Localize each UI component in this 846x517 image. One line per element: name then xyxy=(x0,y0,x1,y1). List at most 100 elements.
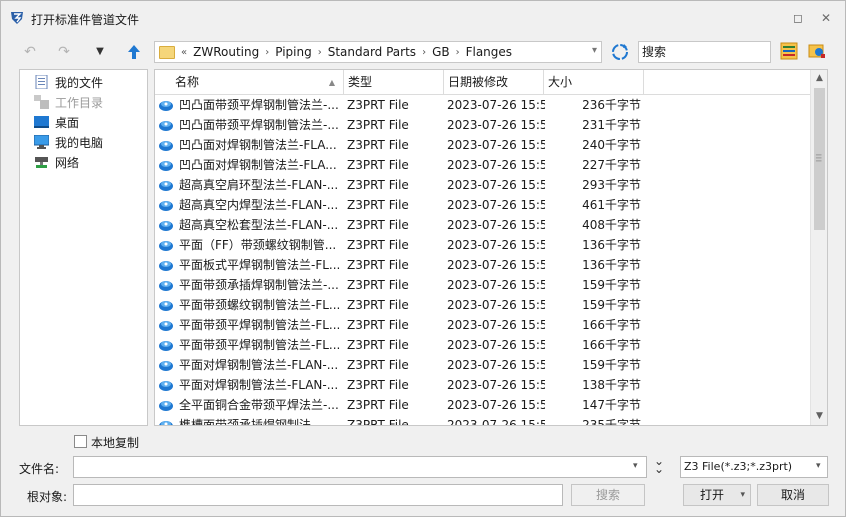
place-computer[interactable]: 我的电脑 xyxy=(34,132,103,152)
z3prt-file-icon xyxy=(159,261,173,271)
breadcrumb-overflow[interactable]: « xyxy=(181,47,187,58)
table-row[interactable]: 平面对焊钢制管法兰-FLAN-... Z3PRT File 2023-07-26 1… xyxy=(155,375,811,395)
file-name: 凹凸面对焊钢制管法兰-FLA... xyxy=(179,158,337,172)
local-copy-checkbox[interactable] xyxy=(74,435,87,448)
file-date: 2023-07-26 15:51 xyxy=(447,178,545,192)
column-type[interactable]: 类型 xyxy=(344,70,444,95)
z3prt-file-icon xyxy=(159,181,173,191)
address-bar[interactable]: « ZWRouting › Piping › Standard Parts › … xyxy=(154,41,602,63)
file-type-filter[interactable]: Z3 File(*.z3;*.z3prt) xyxy=(680,456,828,478)
column-date[interactable]: 日期被修改 xyxy=(444,70,544,95)
place-desktop[interactable]: 桌面 xyxy=(34,112,79,132)
file-type: Z3PRT File xyxy=(347,358,409,372)
breadcrumb-flanges[interactable]: Flanges xyxy=(466,45,512,59)
up-folder-icon[interactable] xyxy=(124,42,144,62)
scroll-up-arrow-icon[interactable]: ▲ xyxy=(811,70,827,87)
place-label: 我的电脑 xyxy=(55,135,104,150)
breadcrumb-separator: › xyxy=(317,46,322,58)
filter-dropdown-icon[interactable]: ▾ xyxy=(816,461,821,471)
view-mode-icon[interactable] xyxy=(780,42,798,60)
file-type: Z3PRT File xyxy=(347,338,409,352)
table-row[interactable]: 凹凸面带颈平焊钢制管法兰-... Z3PRT File 2023-07-26 15:… xyxy=(155,115,811,135)
file-type: Z3PRT File xyxy=(347,298,409,312)
breadcrumb-standard-parts[interactable]: Standard Parts xyxy=(328,45,416,59)
file-type: Z3PRT File xyxy=(347,278,409,292)
file-type: Z3PRT File xyxy=(347,158,409,172)
place-my-files[interactable]: 我的文件 xyxy=(34,72,103,92)
filename-label: 文件名: xyxy=(19,462,60,476)
open-button[interactable]: 打开 ▾ xyxy=(683,484,751,506)
file-name: 超高真空肩环型法兰-FLAN-... xyxy=(179,178,339,192)
file-name: 凹凸面带颈平焊钢制管法兰-... xyxy=(179,98,339,112)
table-row[interactable]: 凹凸面带颈平焊钢制管法兰-... Z3PRT File 2023-07-26 15:… xyxy=(155,95,811,115)
column-name[interactable]: 名称 xyxy=(155,70,344,95)
table-row[interactable]: 凹凸面对焊钢制管法兰-FLA... Z3PRT File 2023-07-26 15… xyxy=(155,135,811,155)
table-row[interactable]: 超高真空内焊型法兰-FLAN-... Z3PRT File 2023-07-26 1… xyxy=(155,195,811,215)
open-button-label: 打开 xyxy=(700,488,725,502)
table-row[interactable]: 平面带颈承插焊钢制管法兰-... Z3PRT File 2023-07-26 15:… xyxy=(155,275,811,295)
table-row[interactable]: 凹凸面对焊钢制管法兰-FLA... Z3PRT File 2023-07-26 15… xyxy=(155,155,811,175)
table-row[interactable]: 超高真空松套型法兰-FLAN-... Z3PRT File 2023-07-26 1… xyxy=(155,215,811,235)
places-pane: 我的文件 工作目录 桌面 我的电脑 网络 xyxy=(19,69,148,426)
file-type: Z3PRT File xyxy=(347,398,409,412)
back-button[interactable]: ↶ xyxy=(19,41,41,63)
file-type: Z3PRT File xyxy=(347,238,409,252)
table-row[interactable]: 平面带颈螺纹钢制管法兰-FL... Z3PRT File 2023-07-26 15… xyxy=(155,295,811,315)
z3prt-file-icon xyxy=(159,221,173,231)
breadcrumb-gb[interactable]: GB xyxy=(432,45,450,59)
close-icon[interactable]: ✕ xyxy=(819,11,833,25)
restore-icon[interactable]: ◻ xyxy=(791,11,805,25)
z3prt-file-icon xyxy=(159,321,173,331)
place-work-dir: 工作目录 xyxy=(34,92,103,112)
file-type: Z3PRT File xyxy=(347,258,409,272)
open-dropdown-icon[interactable]: ▾ xyxy=(740,485,745,505)
table-row[interactable]: 平面（FF）带颈螺纹钢制管... Z3PRT File 2023-07-26 15:… xyxy=(155,235,811,255)
file-size: 166千字节 xyxy=(582,338,641,352)
table-row[interactable]: 平面带颈平焊钢制管法兰-FL... Z3PRT File 2023-07-26 15… xyxy=(155,335,811,355)
table-row[interactable]: 平面带颈平焊钢制管法兰-FL... Z3PRT File 2023-07-26 15… xyxy=(155,315,811,335)
cancel-button[interactable]: 取消 xyxy=(757,484,829,506)
table-row[interactable]: 全平面铜合金带颈平焊法兰-... Z3PRT File 2023-07-26 15:… xyxy=(155,395,811,415)
file-name: 平面带颈承插焊钢制管法兰-... xyxy=(179,278,339,292)
forward-button[interactable]: ↷ xyxy=(53,41,75,63)
z3prt-file-icon xyxy=(159,401,173,411)
recent-locations-button[interactable]: ▼ xyxy=(89,41,111,63)
table-row[interactable]: 超高真空肩环型法兰-FLAN-... Z3PRT File 2023-07-26 1… xyxy=(155,175,811,195)
z3prt-file-icon xyxy=(159,361,173,371)
search-button[interactable]: 搜索 xyxy=(571,484,645,506)
filename-dropdown-icon[interactable]: ▾ xyxy=(633,461,638,471)
file-name: 平面板式平焊钢制管法兰-FL... xyxy=(179,258,341,272)
table-row[interactable]: 榫槽面带颈承插焊钢制法... Z3PRT File 2023-07-26 15:51… xyxy=(155,415,811,426)
expand-options-icon[interactable]: ⌄ ⌄ xyxy=(654,455,664,475)
scroll-down-arrow-icon[interactable]: ▼ xyxy=(811,408,827,425)
file-name: 全平面铜合金带颈平焊法兰-... xyxy=(179,398,339,412)
column-size[interactable]: 大小 xyxy=(544,70,644,95)
search-input[interactable] xyxy=(638,41,771,63)
file-type: Z3PRT File xyxy=(347,118,409,132)
refresh-icon[interactable] xyxy=(609,41,631,63)
breadcrumb-piping[interactable]: Piping xyxy=(275,45,311,59)
preview-icon[interactable] xyxy=(808,42,826,60)
root-object-input[interactable] xyxy=(73,484,563,506)
breadcrumb-zwrouting[interactable]: ZWRouting xyxy=(193,45,259,59)
table-row[interactable]: 平面板式平焊钢制管法兰-FL... Z3PRT File 2023-07-26 15… xyxy=(155,255,811,275)
file-date: 2023-07-26 15:51 xyxy=(447,218,545,232)
breadcrumb-separator: › xyxy=(265,46,270,58)
filename-input[interactable] xyxy=(73,456,647,478)
table-row[interactable]: 平面对焊钢制管法兰-FLAN-... Z3PRT File 2023-07-26 1… xyxy=(155,355,811,375)
z3prt-file-icon xyxy=(159,421,173,425)
vertical-scrollbar[interactable]: ▲ ─ ─ ─ ▼ xyxy=(810,70,827,425)
app-logo-icon xyxy=(11,12,23,24)
file-type: Z3PRT File xyxy=(347,418,409,426)
file-size: 461千字节 xyxy=(582,198,641,212)
file-size: 240千字节 xyxy=(582,138,641,152)
z3prt-file-icon xyxy=(159,101,173,111)
place-network[interactable]: 网络 xyxy=(34,152,79,172)
file-size: 236千字节 xyxy=(582,98,641,112)
file-type: Z3PRT File xyxy=(347,378,409,392)
file-name: 平面对焊钢制管法兰-FLAN-... xyxy=(179,358,339,372)
address-dropdown-icon[interactable]: ▾ xyxy=(592,45,597,56)
file-size: 159千字节 xyxy=(582,278,641,292)
file-size: 227千字节 xyxy=(582,158,641,172)
file-name: 平面（FF）带颈螺纹钢制管... xyxy=(179,238,337,252)
